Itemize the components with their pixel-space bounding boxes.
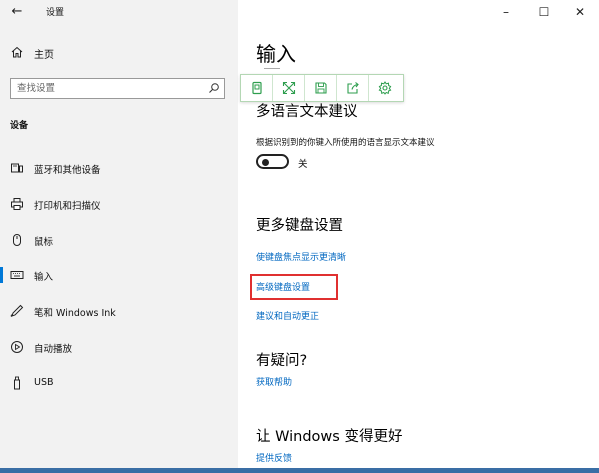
keyboard-icon bbox=[10, 271, 24, 279]
share-icon bbox=[347, 82, 359, 94]
sidebar: ← 设置 主页 设备 蓝牙和其他设备 bbox=[0, 0, 238, 473]
minimize-button[interactable]: – bbox=[489, 2, 523, 22]
toolbar-button-fullscreen[interactable] bbox=[273, 75, 305, 101]
search-box[interactable] bbox=[10, 78, 225, 99]
sidebar-item-bluetooth[interactable]: 蓝牙和其他设备 bbox=[0, 155, 238, 181]
toolbar-button-share[interactable] bbox=[337, 75, 369, 101]
mouse-icon bbox=[13, 234, 21, 246]
page-title: 输入 bbox=[256, 42, 296, 66]
gear-icon bbox=[378, 81, 392, 95]
link-give-feedback[interactable]: 提供反馈 bbox=[256, 451, 292, 464]
settings-window: ← 设置 主页 设备 蓝牙和其他设备 bbox=[0, 0, 599, 473]
toolbar-button-settings[interactable] bbox=[369, 75, 403, 101]
sidebar-item-usb[interactable]: USB bbox=[0, 370, 238, 396]
link-get-help[interactable]: 获取帮助 bbox=[256, 375, 292, 388]
pen-icon bbox=[10, 304, 24, 317]
taskbar-edge bbox=[0, 468, 599, 473]
sidebar-item-typing[interactable]: 输入 bbox=[0, 262, 238, 288]
bluetooth-devices-icon bbox=[11, 163, 23, 173]
toolbar-button-save[interactable] bbox=[305, 75, 337, 101]
sidebar-item-printers[interactable]: 打印机和扫描仪 bbox=[0, 191, 238, 217]
sidebar-item-mouse[interactable]: 鼠标 bbox=[0, 227, 238, 253]
toggle-knob bbox=[262, 158, 269, 166]
title-bar: ← 设置 bbox=[0, 0, 238, 24]
link-suggestions-autocorrect[interactable]: 建议和自动更正 bbox=[256, 309, 319, 322]
more-keyboard-heading: 更多键盘设置 bbox=[256, 218, 343, 234]
toggle-state-label: 关 bbox=[298, 159, 308, 170]
autoplay-icon bbox=[11, 341, 23, 353]
section-label-devices: 设备 bbox=[10, 121, 29, 131]
multilang-toggle[interactable] bbox=[256, 154, 289, 169]
sidebar-item-label: 笔和 Windows Ink bbox=[34, 308, 116, 319]
window-controls: – ☐ ✕ bbox=[489, 0, 599, 24]
toolbar-button-device[interactable] bbox=[241, 75, 273, 101]
questions-heading: 有疑问? bbox=[256, 353, 308, 369]
main-content: – ☐ ✕ 输入 多语言文本建议 根据识别到的你键入所使用的语言显示文本建议 关… bbox=[238, 0, 599, 473]
save-icon bbox=[315, 82, 327, 94]
sidebar-item-home[interactable]: 主页 bbox=[0, 42, 238, 64]
printer-icon bbox=[11, 198, 23, 210]
sidebar-item-label: 自动播放 bbox=[34, 344, 73, 355]
multilang-heading: 多语言文本建议 bbox=[256, 104, 358, 120]
sidebar-item-label: 打印机和扫描仪 bbox=[34, 201, 101, 212]
sidebar-item-label: 主页 bbox=[34, 50, 54, 61]
sidebar-item-pen[interactable]: 笔和 Windows Ink bbox=[0, 298, 238, 324]
title-underline bbox=[264, 68, 280, 69]
multilang-description: 根据识别到的你键入所使用的语言显示文本建议 bbox=[256, 138, 435, 148]
home-icon bbox=[11, 46, 23, 58]
search-input[interactable] bbox=[17, 81, 197, 96]
usb-icon bbox=[14, 376, 20, 390]
link-keyboard-focus[interactable]: 使键盘焦点显示更清晰 bbox=[256, 250, 346, 263]
improve-heading: 让 Windows 变得更好 bbox=[256, 429, 403, 445]
sidebar-item-label: 蓝牙和其他设备 bbox=[34, 165, 101, 176]
search-icon[interactable] bbox=[208, 82, 220, 94]
device-icon bbox=[252, 81, 262, 95]
maximize-button[interactable]: ☐ bbox=[527, 2, 561, 22]
sidebar-item-label: USB bbox=[34, 377, 54, 388]
back-button[interactable]: ← bbox=[8, 3, 26, 21]
close-button[interactable]: ✕ bbox=[563, 2, 597, 22]
sidebar-item-autoplay[interactable]: 自动播放 bbox=[0, 334, 238, 360]
link-advanced-keyboard[interactable]: 高级键盘设置 bbox=[256, 280, 310, 293]
selected-indicator bbox=[0, 267, 3, 283]
sidebar-item-label: 输入 bbox=[34, 272, 54, 283]
expand-icon bbox=[282, 81, 296, 95]
floating-toolbar bbox=[240, 74, 404, 102]
sidebar-item-label: 鼠标 bbox=[34, 237, 54, 248]
app-title: 设置 bbox=[46, 8, 65, 18]
